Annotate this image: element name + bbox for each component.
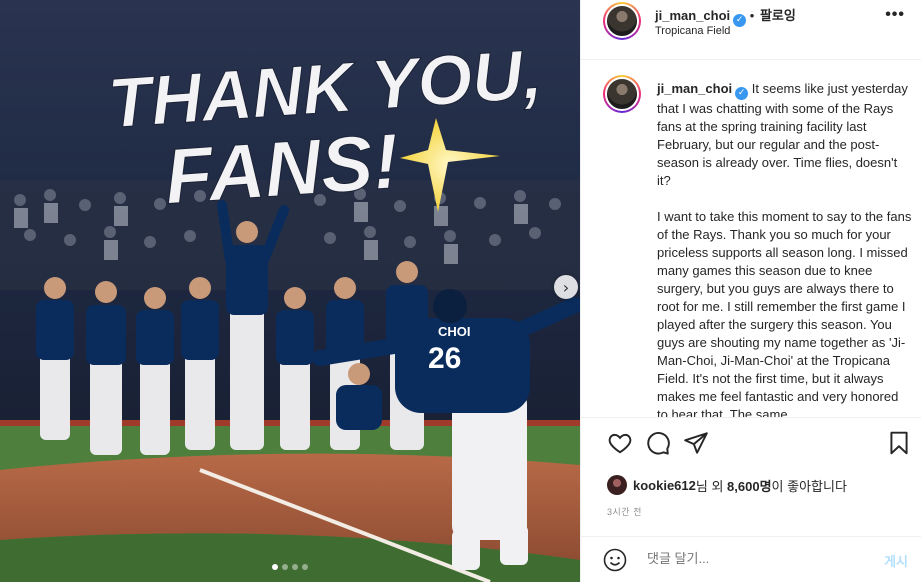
caption-username-link[interactable]: ji_man_choi (657, 81, 732, 96)
chevron-right-icon: › (562, 277, 570, 297)
carousel-dot (282, 564, 288, 570)
post-side-panel: ji_man_choi ✓ • 팔로잉 Tropicana Field ••• j… (580, 0, 921, 582)
carousel-dot (302, 564, 308, 570)
header-user: ji_man_choi ✓ • 팔로잉 (655, 5, 796, 27)
location-link[interactable]: Tropicana Field (655, 25, 730, 37)
likes-suffix: 님 외 (695, 478, 724, 494)
caption-paragraph: It seems like just yesterday that I was … (657, 81, 908, 188)
caption-paragraph: I want to take this moment to say to the… (657, 208, 912, 418)
verified-icon: ✓ (733, 13, 747, 27)
verified-icon: ✓ (735, 86, 749, 100)
separator-dot: • (749, 8, 755, 23)
post-button[interactable]: 게시 (884, 551, 908, 570)
likes-count[interactable]: 8,600명 (727, 476, 772, 495)
likes-tail: 이 좋아합니다 (771, 478, 847, 494)
caption-text: ji_man_choi ✓ It seems like just yesterda… (657, 80, 912, 418)
share-icon[interactable] (683, 430, 709, 461)
comment-input[interactable] (647, 551, 847, 566)
carousel-dot (272, 564, 278, 570)
post-photo[interactable]: CHOI 26 THANK YOU, FANS! › (0, 0, 580, 582)
headline-line2: FANS! (162, 117, 402, 221)
liker-username[interactable]: kookie612 (633, 478, 696, 493)
username-link[interactable]: ji_man_choi (655, 8, 730, 23)
jersey-name-text: CHOI (438, 324, 471, 339)
likes-summary[interactable]: kookie612 님 외 8,600명 이 좋아합니다 (607, 475, 847, 495)
comment-bar: 게시 (581, 536, 921, 582)
carousel-dots (0, 564, 580, 570)
avatar[interactable] (603, 75, 641, 113)
liker-avatar (607, 475, 627, 495)
photo-illustration: CHOI 26 THANK YOU, FANS! (0, 0, 580, 582)
action-bar (607, 430, 912, 458)
emoji-icon[interactable] (603, 548, 627, 577)
avatar[interactable] (603, 2, 641, 40)
carousel-dot (292, 564, 298, 570)
jersey-number-text: 26 (428, 342, 461, 375)
post-header: ji_man_choi ✓ • 팔로잉 Tropicana Field ••• (581, 0, 921, 60)
heart-icon[interactable] (607, 430, 633, 461)
more-options-icon[interactable]: ••• (885, 6, 905, 24)
following-button[interactable]: 팔로잉 (760, 8, 796, 23)
post-timestamp[interactable]: 3시간 전 (607, 505, 642, 518)
next-photo-button[interactable]: › (554, 275, 578, 299)
comment-icon[interactable] (645, 430, 671, 461)
caption-area[interactable]: ji_man_choi ✓ It seems like just yesterda… (581, 61, 921, 418)
bookmark-icon[interactable] (886, 430, 912, 461)
